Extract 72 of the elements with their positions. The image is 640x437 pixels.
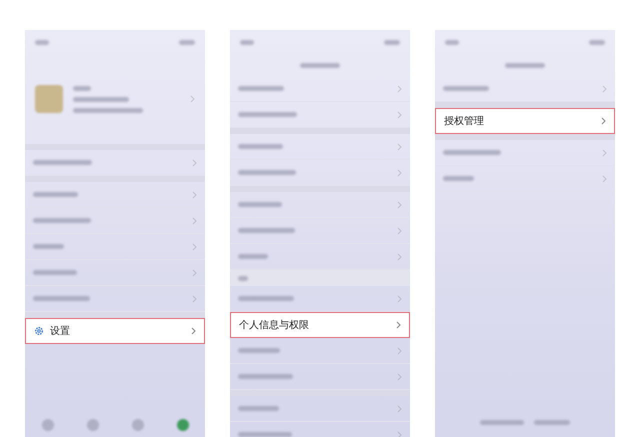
blurred-text xyxy=(179,40,195,44)
chevron-right-icon xyxy=(397,430,402,437)
blurred-text xyxy=(445,40,459,44)
chevron-right-icon xyxy=(397,200,402,208)
row-label: 设置 xyxy=(50,324,70,338)
tab-icon[interactable] xyxy=(86,419,98,431)
chevron-right-icon xyxy=(602,148,607,156)
chevron-right-icon xyxy=(396,321,401,329)
chevron-right-icon xyxy=(397,294,402,302)
chevron-right-icon xyxy=(397,226,402,234)
blurred-text xyxy=(238,228,295,233)
blurred-text xyxy=(238,374,293,379)
tab-icon[interactable] xyxy=(42,419,54,431)
blurred-text xyxy=(238,86,284,91)
blurred-text xyxy=(238,296,294,301)
chevron-right-icon xyxy=(397,252,402,260)
menu-row[interactable]: 设置 xyxy=(25,318,205,344)
blurred-text xyxy=(238,170,296,175)
tab-icon[interactable] xyxy=(132,419,144,431)
blurred-text xyxy=(33,270,77,275)
blurred-text xyxy=(33,218,91,223)
blurred-text xyxy=(73,108,143,112)
chevron-right-icon xyxy=(397,404,402,412)
gear-icon xyxy=(34,326,44,336)
blurred-text xyxy=(238,432,292,437)
chevron-right-icon xyxy=(397,84,402,92)
blurred-text xyxy=(238,144,283,149)
chevron-right-icon xyxy=(397,142,402,150)
chevron-right-icon xyxy=(192,268,197,276)
chevron-right-icon xyxy=(190,95,195,103)
chevron-right-icon xyxy=(192,294,197,302)
blurred-text xyxy=(443,86,489,91)
chevron-right-icon xyxy=(602,84,607,92)
chevron-right-icon xyxy=(192,158,197,166)
blurred-text xyxy=(33,192,78,197)
blurred-text xyxy=(238,202,282,207)
blurred-text xyxy=(73,86,91,90)
row-label: 授权管理 xyxy=(444,114,484,128)
chevron-right-icon xyxy=(602,174,607,182)
blurred-text xyxy=(240,40,254,44)
chevron-right-icon xyxy=(397,372,402,380)
blurred-text xyxy=(505,62,545,68)
avatar-placeholder xyxy=(35,85,63,113)
chevron-right-icon xyxy=(192,242,197,250)
blurred-text xyxy=(33,296,90,301)
blurred-text xyxy=(35,40,49,44)
blurred-text xyxy=(443,150,501,155)
blurred-text xyxy=(238,348,280,353)
blurred-text xyxy=(238,276,248,280)
blurred-text xyxy=(443,176,474,181)
chevron-right-icon xyxy=(601,117,606,125)
chevron-right-icon xyxy=(192,190,197,198)
blurred-text xyxy=(480,420,524,424)
menu-row[interactable]: 授权管理 xyxy=(435,108,615,134)
blurred-text xyxy=(534,420,570,424)
blurred-text xyxy=(33,244,64,249)
blurred-text xyxy=(384,40,400,44)
tab-icon[interactable] xyxy=(176,419,188,431)
blurred-text xyxy=(238,112,297,117)
chevron-right-icon xyxy=(192,216,197,224)
menu-row[interactable]: 个人信息与权限 xyxy=(230,312,410,338)
blurred-text xyxy=(238,406,279,411)
blurred-text xyxy=(589,40,605,44)
blurred-text xyxy=(300,62,340,68)
blurred-text xyxy=(73,96,129,102)
blurred-text xyxy=(238,254,268,259)
chevron-right-icon xyxy=(397,168,402,176)
row-label: 个人信息与权限 xyxy=(239,318,309,332)
chevron-right-icon xyxy=(397,110,402,118)
chevron-right-icon xyxy=(397,346,402,354)
chevron-right-icon xyxy=(191,327,196,335)
blurred-text xyxy=(33,160,92,165)
